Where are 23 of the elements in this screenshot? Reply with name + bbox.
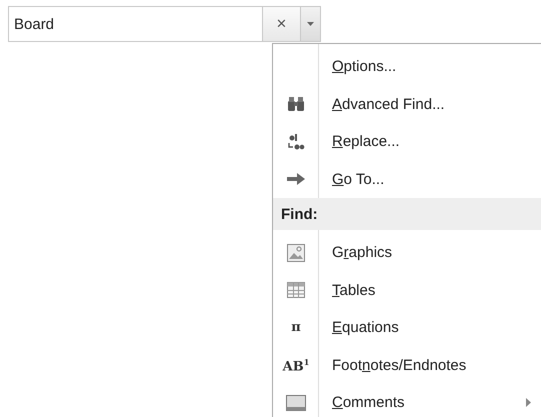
symbol-icon: π: [291, 321, 301, 334]
menu-item[interactable]: Tables: [332, 282, 376, 299]
binoculars-icon: [287, 96, 305, 112]
menu-item[interactable]: Equations: [332, 319, 399, 336]
menu-header: Find:: [273, 198, 541, 230]
menu-item[interactable]: Graphics: [332, 244, 392, 262]
clear-button[interactable]: ×: [263, 6, 301, 42]
arrow-icon: [287, 173, 305, 186]
menu-item[interactable]: Advanced Find...: [332, 96, 445, 113]
picture-icon: [287, 244, 305, 262]
symbol-icon: AB$^{1}$: [282, 358, 310, 373]
menu-item[interactable]: Replace...: [332, 133, 400, 150]
replace-icon: [287, 132, 305, 151]
table-icon: [287, 282, 305, 298]
search-field[interactable]: Board: [8, 6, 263, 42]
menu-item[interactable]: Options...: [332, 58, 396, 76]
dropdown-button[interactable]: [301, 6, 321, 42]
caret-icon: [307, 22, 314, 26]
submenu-arrow-icon: [526, 398, 531, 408]
note-icon: [286, 394, 306, 411]
menu-item[interactable]: Footnotes/Endnotes: [332, 356, 466, 374]
menu-item[interactable]: Comments: [332, 394, 405, 412]
menu-item[interactable]: Go To...: [332, 170, 384, 188]
